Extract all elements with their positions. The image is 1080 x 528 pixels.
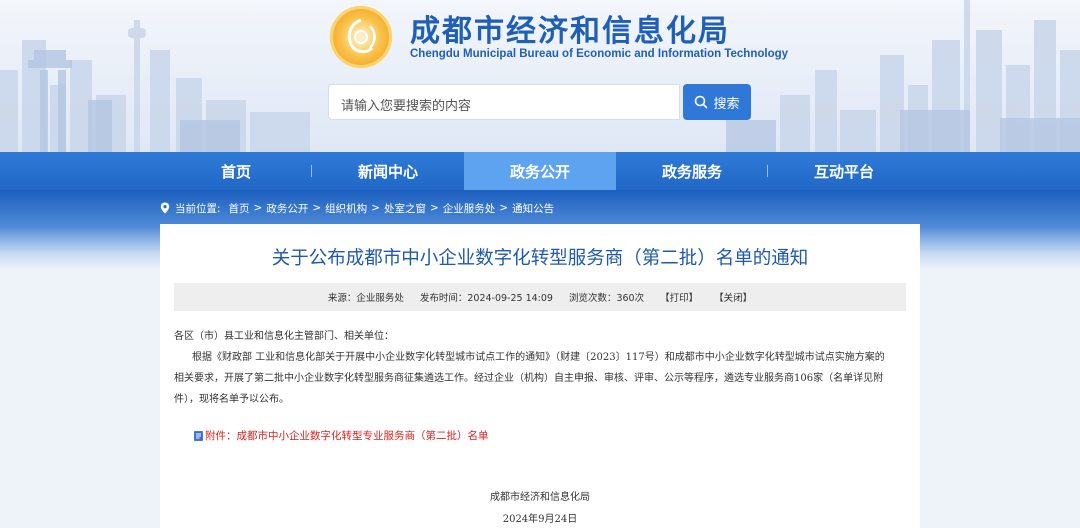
nav-item-interaction[interactable]: 互动平台 — [768, 152, 920, 190]
site-logo[interactable]: 成都市经济和信息化局 Chengdu Municipal Bureau of E… — [330, 4, 788, 68]
article-salutation: 各区（市）县工业和信息化主管部门、相关单位： — [174, 331, 394, 342]
site-title: 成都市经济和信息化局 — [410, 14, 730, 49]
document-file-icon — [194, 430, 203, 441]
article-view-count: 浏览次数：360次 — [568, 293, 645, 304]
location-pin-icon — [160, 202, 170, 214]
breadcrumb-item-home[interactable]: 首页 — [229, 201, 250, 216]
attachment-label: 附件：成都市中小企业数字化转型专业服务商（第二批）名单 — [205, 430, 489, 442]
article-source: 来源：企业服务处 — [327, 293, 404, 304]
nav-item-label: 新闻中心 — [357, 162, 418, 181]
search-input[interactable]: 请输入您要搜索的内容 — [328, 84, 680, 120]
article-panel: 关于公布成都市中小企业数字化转型服务商（第二批）名单的通知 来源：企业服务处 发… — [160, 224, 920, 528]
search-button-label: 搜索 — [713, 96, 740, 112]
attachment-link[interactable]: 附件：成都市中小企业数字化转型专业服务商（第二批）名单 — [194, 428, 489, 443]
print-link[interactable]: 【打印】 — [660, 290, 698, 304]
breadcrumb-item-enterprise-service[interactable]: 企业服务处 — [443, 201, 496, 216]
close-link[interactable]: 【关闭】 — [714, 290, 752, 304]
breadcrumb-separator: > — [429, 202, 439, 214]
search-icon — [695, 95, 708, 109]
nav-item-label: 互动平台 — [813, 162, 874, 181]
breadcrumb-separator: > — [371, 202, 380, 214]
nav-item-label: 首页 — [220, 162, 251, 181]
nav-item-services[interactable]: 政务服务 — [616, 152, 768, 190]
main-nav: 首页 新闻中心 政务公开 政务服务 互动平台 — [0, 152, 1080, 190]
nav-item-news[interactable]: 新闻中心 — [312, 152, 464, 190]
article-publish-time: 发布时间：2024-09-25 14:09 — [419, 293, 553, 304]
breadcrumb-item-government-affairs[interactable]: 政务公开 — [266, 201, 308, 216]
nav-item-government-affairs[interactable]: 政务公开 — [464, 152, 616, 190]
signature-date: 2024年9月24日 — [502, 514, 578, 525]
bureau-emblem-icon — [330, 6, 392, 68]
breadcrumb-separator: > — [312, 202, 322, 214]
breadcrumb-item-notices[interactable]: 通知公告 — [512, 201, 554, 216]
breadcrumb-label: 当前位置: — [175, 202, 221, 215]
breadcrumb: 当前位置: 首页 > 政务公开 > 组织机构 > 处室之窗 > 企业服务处 > … — [160, 199, 554, 217]
nav-item-label: 政务公开 — [509, 162, 570, 181]
breadcrumb-separator: > — [499, 202, 509, 214]
breadcrumb-separator: > — [253, 202, 263, 214]
site-subtitle: Chengdu Municipal Bureau of Economic and… — [410, 48, 789, 60]
article-body: 各区（市）县工业和信息化主管部门、相关单位： 根据《财政部 工业和信息化部关于开… — [174, 326, 894, 410]
signature-organization: 成都市经济和信息化局 — [490, 492, 590, 503]
article-paragraph: 根据《财政部 工业和信息化部关于开展中小企业数字化转型城市试点工作的通知》（财建… — [174, 352, 885, 405]
search-button[interactable]: 搜索 — [683, 84, 751, 120]
breadcrumb-item-organization[interactable]: 组织机构 — [325, 201, 367, 216]
article-title: 关于公布成都市中小企业数字化转型服务商（第二批）名单的通知 — [271, 248, 809, 269]
nav-item-label: 政务服务 — [661, 162, 722, 181]
site-header: 成都市经济和信息化局 Chengdu Municipal Bureau of E… — [0, 0, 1080, 152]
article-meta: 来源：企业服务处 发布时间：2024-09-25 14:09 浏览次数：360次… — [174, 283, 906, 311]
breadcrumb-item-divisions[interactable]: 处室之窗 — [384, 201, 426, 216]
nav-item-home[interactable]: 首页 — [160, 152, 312, 190]
